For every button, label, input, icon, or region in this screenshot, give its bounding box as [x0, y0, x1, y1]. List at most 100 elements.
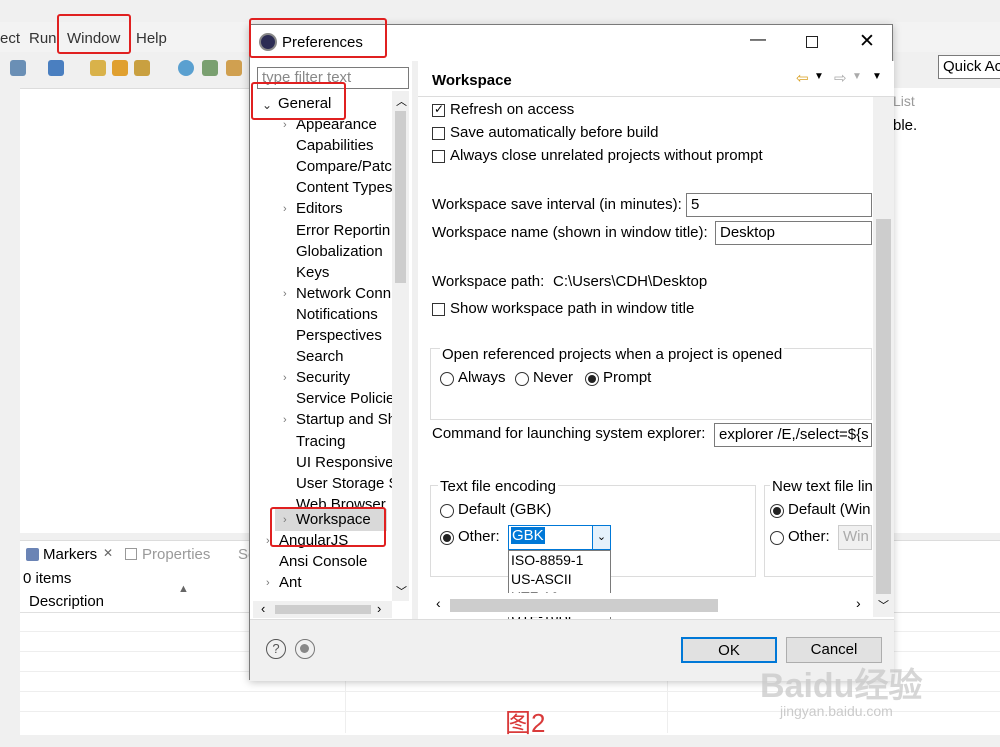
tree-item[interactable]: Editors	[296, 200, 343, 217]
encoding-default-label: Default (GBK)	[458, 501, 552, 518]
chevron-right-icon[interactable]: ›	[283, 203, 287, 215]
chevron-right-icon[interactable]: ›	[283, 288, 287, 300]
minimize-icon[interactable]: —	[750, 31, 766, 49]
tree-item-general[interactable]: General	[278, 95, 331, 112]
tree-item[interactable]: UI Responsive	[296, 454, 394, 471]
encoding-option[interactable]: US-ASCII	[509, 570, 610, 589]
menu-window[interactable]: Window	[67, 30, 120, 47]
close-icon[interactable]: ✕	[859, 30, 875, 53]
dialog-title: Preferences	[282, 34, 363, 51]
chevron-right-icon[interactable]: ›	[283, 372, 287, 384]
pen-icon[interactable]	[134, 60, 150, 76]
workspace-name-input[interactable]: Desktop	[715, 221, 872, 245]
description-header[interactable]: Description	[29, 593, 104, 610]
scroll-left-icon[interactable]: ‹	[436, 595, 441, 611]
page-vscrollbar[interactable]: ﹀	[873, 97, 894, 617]
show-path-checkbox[interactable]	[432, 303, 445, 316]
tree-item-workspace[interactable]: Workspace	[296, 511, 371, 528]
tree-item-ant[interactable]: Ant	[279, 574, 302, 591]
tree-item[interactable]: Notifications	[296, 306, 378, 323]
quick-access-field[interactable]: Quick Ac	[938, 55, 1000, 79]
chevron-right-icon[interactable]: ›	[283, 414, 287, 426]
page-vscroll-thumb[interactable]	[876, 219, 891, 594]
tree-item[interactable]: Appearance	[296, 116, 377, 133]
explorer-command-input[interactable]: explorer /E,/select=${s	[714, 423, 872, 447]
save-interval-input[interactable]: 5	[686, 193, 872, 217]
tree-item[interactable]: Startup and Sh	[296, 411, 396, 428]
tree-hscrollbar[interactable]: ‹ ›	[253, 601, 392, 618]
filter-input[interactable]: type filter text	[257, 67, 409, 89]
menu-help[interactable]: Help	[136, 30, 167, 47]
encoding-option[interactable]: ISO-8859-1	[509, 551, 610, 570]
tree-item[interactable]: Security	[296, 369, 350, 386]
tree-item[interactable]: Service Policie	[296, 390, 394, 407]
scroll-right-icon[interactable]: ›	[856, 595, 861, 611]
save-auto-checkbox[interactable]	[432, 127, 445, 140]
page-hscroll-thumb[interactable]	[450, 599, 718, 612]
new-icon[interactable]	[10, 60, 26, 76]
chevron-down-icon[interactable]: ⌄	[592, 526, 610, 549]
tree-vscroll-thumb[interactable]	[395, 111, 406, 283]
tree-item[interactable]: Compare/Patc	[296, 158, 392, 175]
tree-item[interactable]: Content Types	[296, 179, 392, 196]
save-auto-label: Save automatically before build	[450, 124, 659, 141]
view-menu-icon[interactable]: ▼	[872, 71, 882, 82]
close-markers-icon[interactable]: ✕	[103, 546, 113, 560]
line-other-radio[interactable]	[770, 531, 784, 545]
forward-arrow-icon[interactable]: ⇨	[834, 69, 847, 87]
figure-caption: 图2	[505, 708, 546, 738]
help-icon[interactable]: ?	[266, 639, 286, 659]
line-default-radio[interactable]	[770, 504, 784, 518]
tab-properties[interactable]: Properties	[142, 546, 210, 563]
tree-hscroll-thumb[interactable]	[275, 605, 371, 614]
open-ref-always-radio[interactable]	[440, 372, 454, 386]
scroll-down-icon[interactable]: ﹀	[878, 597, 889, 613]
open-ref-never-radio[interactable]	[515, 372, 529, 386]
open-folder-icon[interactable]	[90, 60, 106, 76]
tree-item[interactable]: Keys	[296, 264, 329, 281]
tree-item[interactable]: Search	[296, 348, 344, 365]
tree-item[interactable]: Error Reportin	[296, 222, 390, 239]
chevron-right-icon[interactable]: ›	[266, 535, 270, 547]
tree-item[interactable]: Network Conn	[296, 285, 391, 302]
scroll-left-icon[interactable]: ‹	[261, 601, 265, 616]
tree-item-ansi-console[interactable]: Ansi Console	[279, 553, 367, 570]
chevron-right-icon[interactable]: ›	[283, 514, 287, 526]
run-config-icon[interactable]	[48, 60, 64, 76]
encoding-default-radio[interactable]	[440, 504, 454, 518]
line-other-combo[interactable]: Win	[838, 525, 872, 550]
back-dropdown-icon[interactable]: ▼	[814, 71, 824, 82]
folder-icon[interactable]	[112, 60, 128, 76]
tree-item[interactable]: Globalization	[296, 243, 383, 260]
scroll-down-icon[interactable]: ﹀	[396, 583, 407, 599]
chevron-right-icon[interactable]: ›	[283, 119, 287, 131]
tree-item-angularjs[interactable]: AngularJS	[279, 532, 348, 549]
workspace-name-label: Workspace name (shown in window title):	[432, 224, 708, 241]
import-export-icon[interactable]	[295, 639, 315, 659]
workspace-page: Workspace ⇦ ▼ ⇨ ▼ ▼ ✓ Refresh on access …	[418, 61, 894, 663]
editor-area	[20, 88, 250, 533]
refresh-on-access-checkbox[interactable]: ✓	[432, 102, 445, 117]
menu-run[interactable]: Run	[29, 30, 57, 47]
chevron-right-icon[interactable]: ›	[266, 577, 270, 589]
tree-item[interactable]: Tracing	[296, 433, 345, 450]
package-icon[interactable]	[226, 60, 242, 76]
search-icon[interactable]	[202, 60, 218, 76]
scroll-right-icon[interactable]: ›	[377, 601, 381, 616]
tree-item[interactable]: User Storage S	[296, 475, 399, 492]
menu-project[interactable]: ect	[0, 30, 20, 47]
encoding-other-radio[interactable]	[440, 531, 454, 545]
tree-item[interactable]: Capabilities	[296, 137, 374, 154]
open-ref-prompt-radio[interactable]	[585, 372, 599, 386]
tab-markers[interactable]: Markers	[43, 546, 97, 563]
always-close-checkbox[interactable]	[432, 150, 445, 163]
tree-item[interactable]: Perspectives	[296, 327, 382, 344]
globe-icon[interactable]	[178, 60, 194, 76]
scroll-up-icon[interactable]: ︿	[396, 93, 407, 109]
chevron-down-icon[interactable]: ⌄	[262, 98, 272, 112]
forward-dropdown-icon[interactable]: ▼	[852, 71, 862, 82]
page-hscrollbar[interactable]: ‹ ›	[418, 593, 873, 617]
back-arrow-icon[interactable]: ⇦	[796, 69, 809, 87]
maximize-icon[interactable]	[806, 36, 818, 48]
tree-vscrollbar[interactable]: ︿ ﹀	[392, 91, 409, 601]
